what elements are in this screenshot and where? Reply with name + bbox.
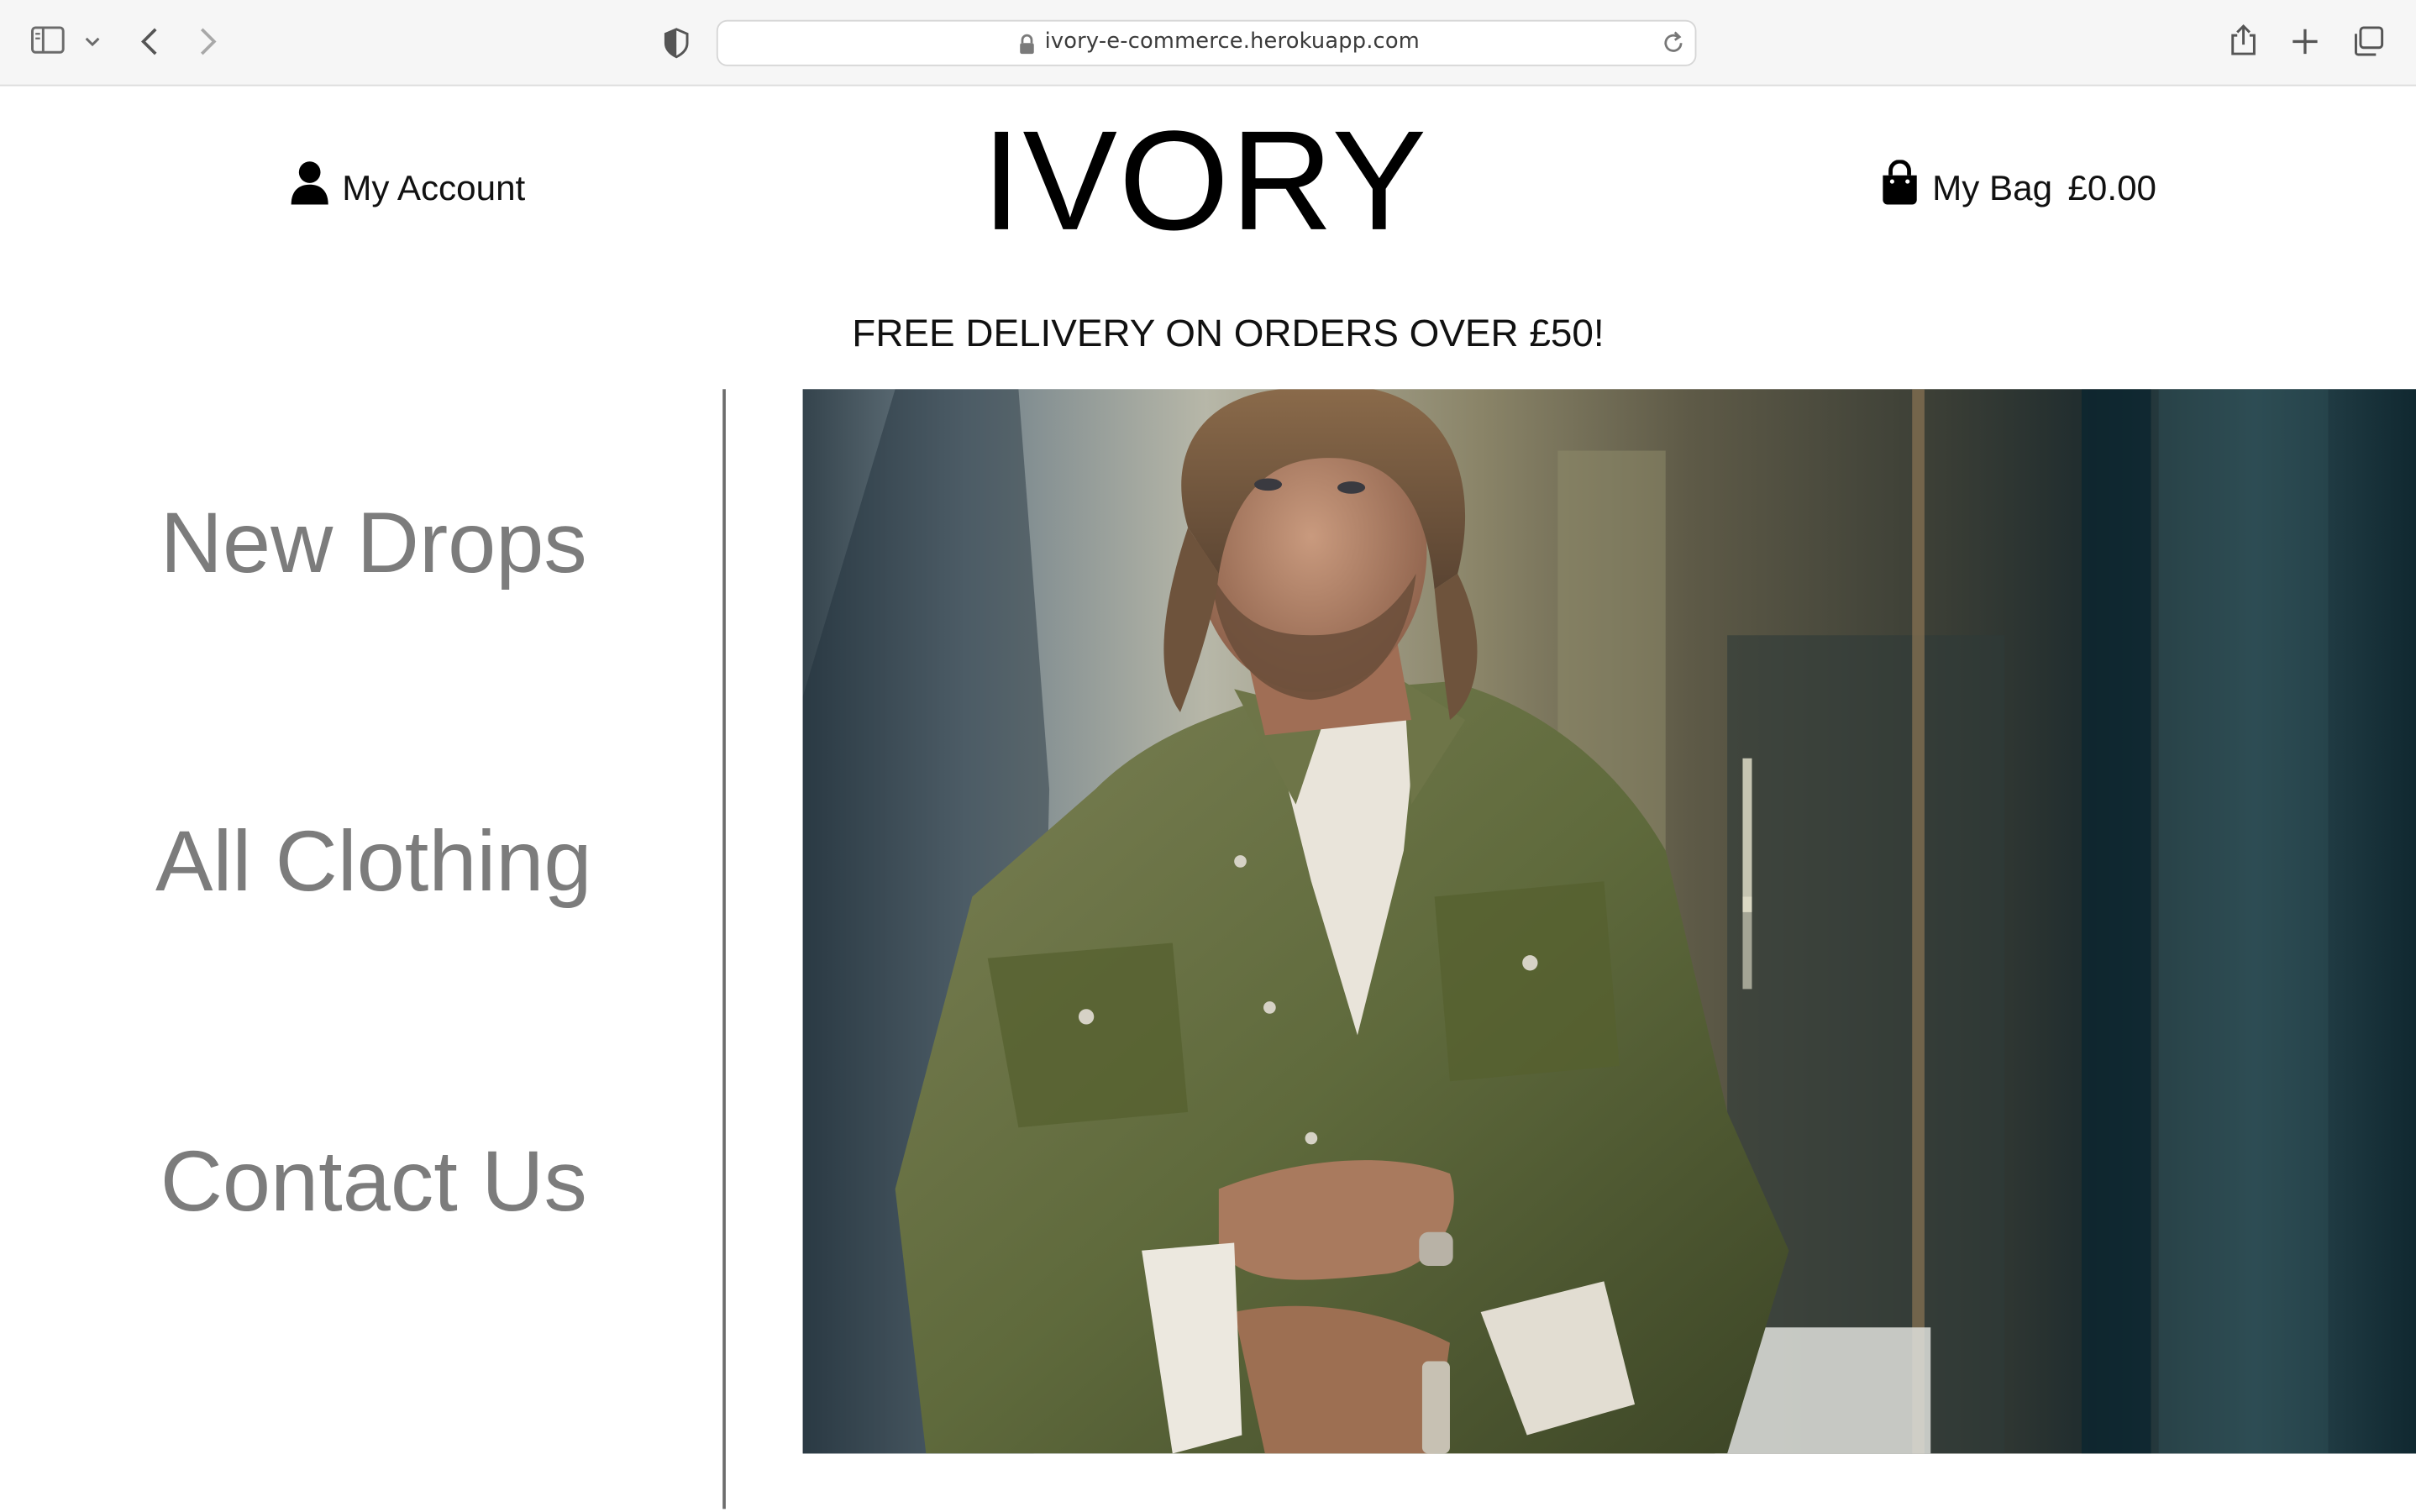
nav-divider — [722, 389, 726, 1509]
browser-toolbar: ivory-e-commerce.herokuapp.com — [0, 0, 2416, 87]
back-icon[interactable] — [139, 26, 160, 57]
nav-new-drops[interactable]: New Drops — [0, 494, 748, 592]
url-text: ivory-e-commerce.herokuapp.com — [1044, 29, 1420, 55]
reload-icon[interactable] — [1661, 31, 1685, 63]
bag-link[interactable]: My Bag £0.00 — [1880, 159, 2157, 215]
nav-all-clothing[interactable]: All Clothing — [0, 812, 748, 911]
new-tab-icon[interactable] — [2291, 28, 2319, 55]
tab-overview-icon[interactable] — [2351, 26, 2385, 57]
hero-image — [802, 389, 2416, 1454]
shopping-bag-icon — [1880, 159, 1920, 215]
forward-icon[interactable] — [197, 26, 219, 57]
site-logo[interactable]: IVORY — [896, 105, 1513, 259]
bag-total: £0.00 — [2067, 166, 2157, 207]
hero-photo — [802, 389, 2416, 1454]
share-icon[interactable] — [2230, 23, 2257, 56]
privacy-shield-icon[interactable] — [663, 28, 691, 59]
bag-label: My Bag — [1932, 166, 2053, 207]
chevron-down-icon[interactable] — [85, 35, 100, 48]
user-icon — [290, 160, 330, 215]
page: ivory-e-commerce.herokuapp.com My Accoun… — [0, 0, 2416, 1512]
account-link[interactable]: My Account — [290, 160, 526, 215]
sidebar-toggle-icon[interactable] — [31, 26, 65, 54]
side-nav: New Drops All Clothing Contact Us — [0, 389, 724, 1512]
account-label: My Account — [342, 166, 526, 207]
address-bar[interactable]: ivory-e-commerce.herokuapp.com — [716, 19, 1697, 66]
lock-icon — [1018, 34, 1035, 63]
nav-contact-us[interactable]: Contact Us — [0, 1132, 748, 1231]
promo-banner: FREE DELIVERY ON ORDERS OVER £50! — [852, 312, 1605, 355]
